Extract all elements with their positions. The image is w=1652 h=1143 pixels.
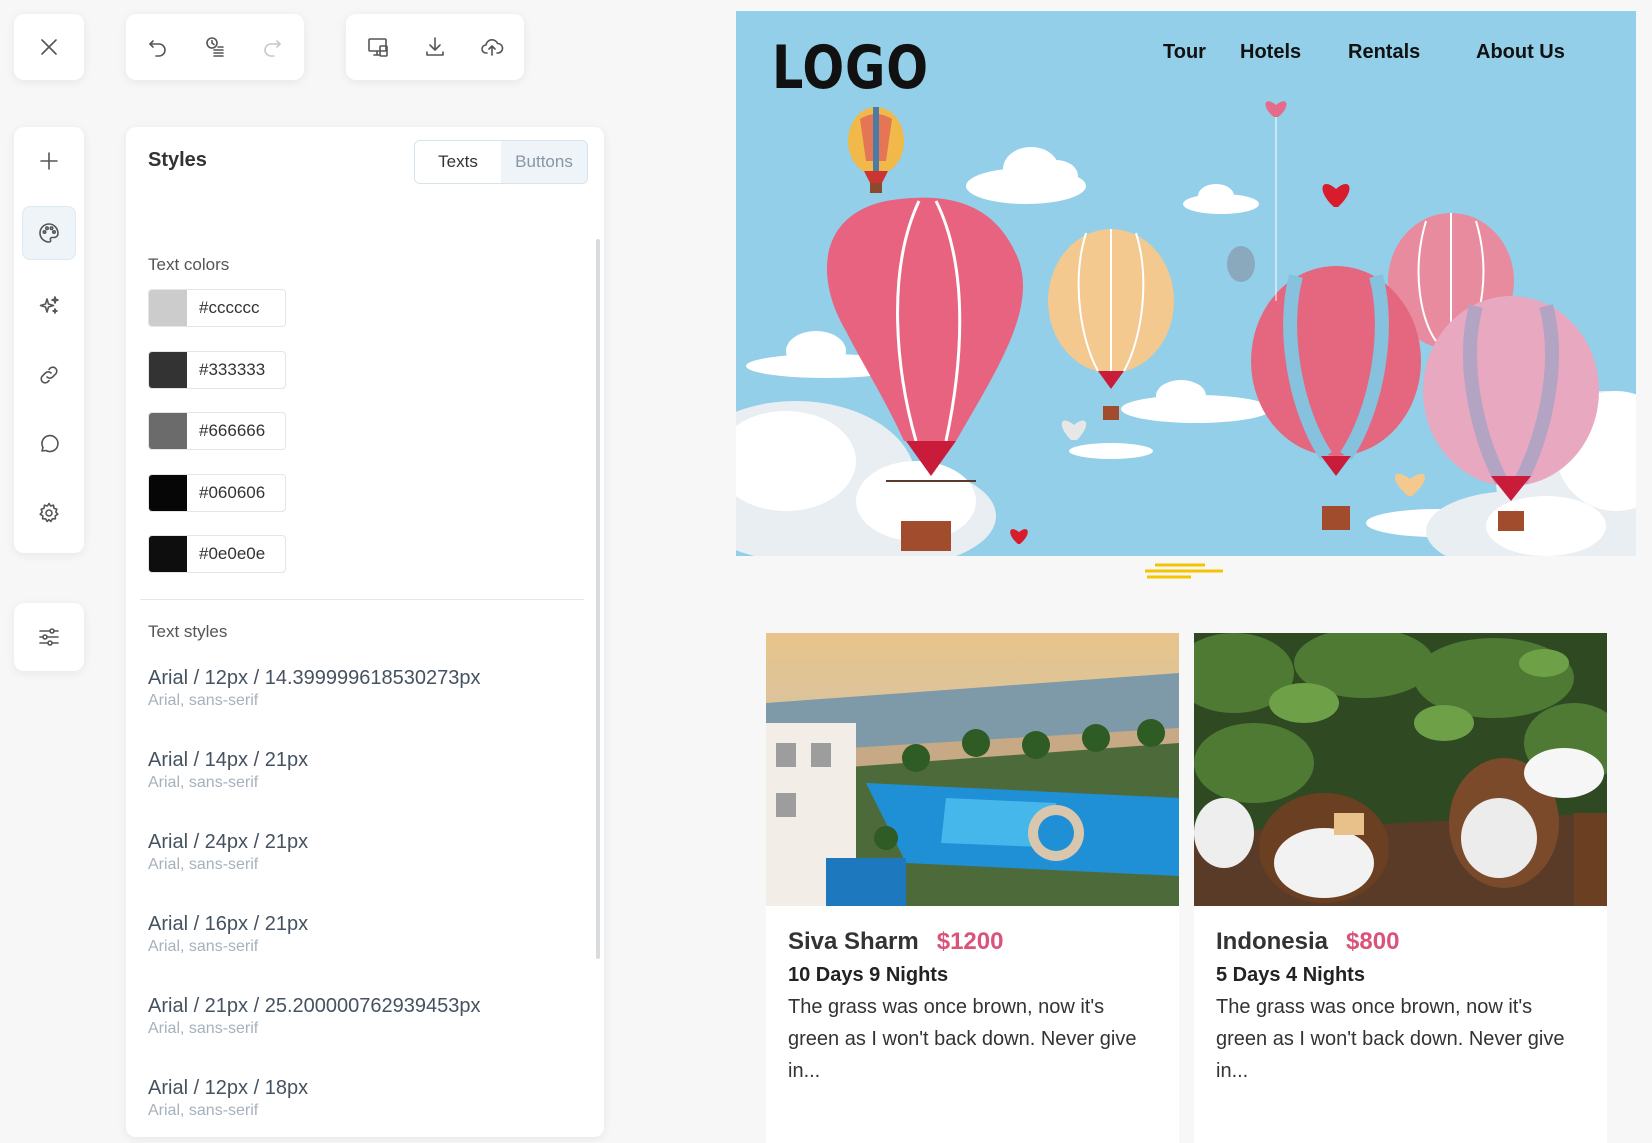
upload-icon[interactable] xyxy=(470,25,514,69)
color-swatch-row[interactable]: #cccccc xyxy=(148,289,286,327)
text-style-item[interactable]: Arial / 12px / 14.399999618530273px Arial… xyxy=(148,667,481,710)
text-style-spec: Arial / 12px / 14.399999618530273px xyxy=(148,667,481,689)
tour-title: Indonesia xyxy=(1216,928,1329,955)
tour-image-resort xyxy=(766,633,1179,906)
text-style-item[interactable]: Arial / 14px / 21px Arial, sans-serif xyxy=(148,749,308,792)
preview-icon[interactable] xyxy=(356,25,400,69)
tour-description: The grass was once brown, now it's green… xyxy=(788,996,1137,1082)
link-icon[interactable] xyxy=(27,353,71,397)
nav-rentals[interactable]: Rentals xyxy=(1348,41,1420,64)
redo-icon[interactable] xyxy=(250,25,294,69)
nav-about-us[interactable]: About Us xyxy=(1476,41,1565,64)
tour-price: $800 xyxy=(1346,928,1400,955)
close-card xyxy=(14,14,84,80)
text-colors-label: Text colors xyxy=(148,255,230,274)
color-swatch-row[interactable]: #0e0e0e xyxy=(148,535,286,573)
text-style-item[interactable]: Arial / 12px / 18px Arial, sans-serif xyxy=(148,1077,308,1120)
color-swatch[interactable] xyxy=(149,352,187,388)
text-style-font-stack: Arial, sans-serif xyxy=(148,938,259,955)
color-swatch[interactable] xyxy=(149,536,187,572)
color-swatch-row[interactable]: #666666 xyxy=(148,412,286,450)
sliders-icon[interactable] xyxy=(27,615,71,659)
text-style-item[interactable]: Arial / 21px / 25.200000762939453px Arial… xyxy=(148,995,481,1038)
color-swatch[interactable] xyxy=(149,413,187,449)
tour-card[interactable]: Siva Sharm $1200 10 Days 9 Nights The gra… xyxy=(766,633,1179,1143)
color-hex-value[interactable]: #333333 xyxy=(187,352,285,388)
text-style-item[interactable]: Arial / 16px / 21px Arial, sans-serif xyxy=(148,913,308,956)
chat-icon[interactable] xyxy=(27,422,71,466)
text-style-spec: Arial / 24px / 21px xyxy=(148,831,309,853)
settings-icon[interactable] xyxy=(27,491,71,535)
text-style-font-stack: Arial, sans-serif xyxy=(148,1020,259,1037)
text-style-font-stack: Arial, sans-serif xyxy=(148,1102,259,1119)
tool-sidebar xyxy=(14,127,84,553)
tour-duration: 5 Days 4 Nights xyxy=(1216,964,1365,986)
color-hex-value[interactable]: #060606 xyxy=(187,475,285,511)
undo-icon[interactable] xyxy=(136,25,180,69)
color-hex-value[interactable]: #0e0e0e xyxy=(187,536,285,572)
color-hex-value[interactable]: #666666 xyxy=(187,413,285,449)
decor-dashes xyxy=(1145,563,1223,579)
color-hex-value[interactable]: #cccccc xyxy=(187,290,285,326)
tour-price: $1200 xyxy=(936,928,1004,955)
palette-icon[interactable] xyxy=(22,206,76,260)
text-style-spec: Arial / 16px / 21px xyxy=(148,913,309,935)
export-toolbar xyxy=(346,14,524,80)
section-divider xyxy=(140,599,584,600)
close-icon[interactable] xyxy=(27,25,71,69)
panel-scrollbar[interactable] xyxy=(596,239,600,959)
text-style-spec: Arial / 21px / 25.200000762939453px xyxy=(148,995,481,1017)
color-swatch[interactable] xyxy=(149,475,187,511)
color-swatch-row[interactable]: #060606 xyxy=(148,474,286,512)
tab-buttons[interactable]: Buttons xyxy=(501,141,587,183)
tour-image-jungle xyxy=(1194,633,1607,906)
text-style-spec: Arial / 14px / 21px xyxy=(148,749,309,771)
tour-heading: Siva Sharm $1200 xyxy=(788,928,1157,956)
style-tabs: Texts Buttons xyxy=(414,140,588,184)
panel-title: Styles xyxy=(148,149,207,171)
logo[interactable]: LOGO xyxy=(772,33,929,103)
text-style-font-stack: Arial, sans-serif xyxy=(148,774,259,791)
sparkle-icon[interactable] xyxy=(27,284,71,328)
text-styles-label: Text styles xyxy=(148,622,228,641)
download-icon[interactable] xyxy=(413,25,457,69)
sliders-card xyxy=(14,603,84,671)
nav-hotels[interactable]: Hotels xyxy=(1240,41,1301,64)
text-style-font-stack: Arial, sans-serif xyxy=(148,856,259,873)
text-style-spec: Arial / 12px / 18px xyxy=(148,1077,309,1099)
history-icon[interactable] xyxy=(193,25,237,69)
text-style-item[interactable]: Arial / 24px / 21px Arial, sans-serif xyxy=(148,831,308,874)
tour-heading: Indonesia $800 xyxy=(1216,928,1585,956)
tour-duration: 10 Days 9 Nights xyxy=(788,964,949,986)
tour-description: The grass was once brown, now it's green… xyxy=(1216,996,1565,1082)
styles-panel: Styles Texts Buttons Text colors #cccccc… xyxy=(126,127,604,1137)
nav-tour[interactable]: Tour xyxy=(1163,41,1206,64)
preview-hero[interactable]: LOGO Tour Hotels Rentals About Us xyxy=(736,11,1636,556)
tour-card[interactable]: Indonesia $800 5 Days 4 Nights The grass … xyxy=(1194,633,1607,1143)
color-swatch[interactable] xyxy=(149,290,187,326)
color-swatch-row[interactable]: #333333 xyxy=(148,351,286,389)
text-style-font-stack: Arial, sans-serif xyxy=(148,692,259,709)
tab-texts[interactable]: Texts xyxy=(415,141,501,183)
add-icon[interactable] xyxy=(27,139,71,183)
tour-title: Siva Sharm xyxy=(788,928,919,955)
history-toolbar xyxy=(126,14,304,80)
